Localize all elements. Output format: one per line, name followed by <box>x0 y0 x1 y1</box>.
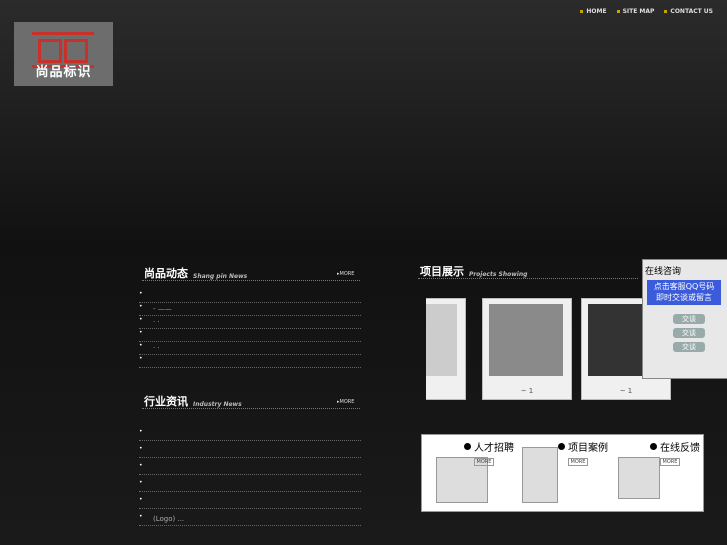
list-item[interactable]: • <box>139 479 361 492</box>
nav-home[interactable]: HOME <box>580 8 607 15</box>
list-item[interactable]: • <box>139 445 361 458</box>
recruit-link[interactable]: 人才招聘 MORE <box>464 439 514 466</box>
list-item[interactable]: • <box>139 496 361 509</box>
project-caption: ~ 1 <box>520 387 534 395</box>
bottom-banner: 人才招聘 MORE 项目案例 MORE 在线反馈 MORE <box>421 434 704 512</box>
news-divider <box>142 280 360 281</box>
industry-divider <box>142 408 360 409</box>
list-item-text: - —— <box>153 305 172 313</box>
bullet-icon: • <box>139 290 143 297</box>
bullet-icon: • <box>139 496 143 503</box>
list-item-text: (Logo) ... <box>153 515 185 523</box>
list-item[interactable]: • <box>139 462 361 475</box>
nav-contact[interactable]: CONTACT US <box>664 8 713 15</box>
bullet-icon: • <box>139 513 143 520</box>
consult-chat-button[interactable]: 交谈 <box>673 342 705 352</box>
news-title: 尚品动态 Shang pin News <box>144 267 248 280</box>
consult-banner[interactable]: 点击客服QQ号码 即时交谈或留言 <box>647 280 721 305</box>
project-image <box>489 304 563 376</box>
projects-divider <box>418 278 638 279</box>
list-item[interactable]: • · · <box>139 316 361 329</box>
project-caption: 1 <box>426 387 465 395</box>
list-item[interactable]: • <box>139 428 361 441</box>
site-logo[interactable]: 尚品标识 <box>14 22 113 86</box>
consult-chat-button[interactable]: 交谈 <box>673 328 705 338</box>
bullet-icon: • <box>139 329 143 336</box>
nav-bullet-icon <box>580 10 584 13</box>
list-item[interactable]: • - —— <box>139 303 361 316</box>
project-card[interactable]: 1 <box>426 298 466 400</box>
top-nav: HOME SITE MAP CONTACT US <box>580 8 713 15</box>
consult-header: 在线咨询 <box>645 267 682 277</box>
arrow-icon <box>650 443 657 450</box>
online-consult-widget: 在线咨询 点击客服QQ号码 即时交谈或留言 交谈 交谈 交谈 <box>642 259 727 379</box>
consult-chat-button[interactable]: 交谈 <box>673 314 705 324</box>
list-item-text: · · <box>153 344 160 352</box>
project-image <box>426 304 457 376</box>
project-card[interactable]: ~ 1 <box>482 298 572 400</box>
project-caption: ~ 1 <box>619 387 633 395</box>
bullet-icon: • <box>139 303 143 310</box>
feedback-link[interactable]: 在线反馈 MORE <box>650 439 700 466</box>
news-more-link[interactable]: ▸MORE <box>337 271 354 277</box>
industry-more-link[interactable]: ▸MORE <box>337 399 354 405</box>
list-item-text: · · <box>153 318 160 326</box>
bullet-icon: • <box>139 342 143 349</box>
bullet-icon: • <box>139 462 143 469</box>
bullet-icon: • <box>139 355 143 362</box>
bullet-icon: • <box>139 445 143 452</box>
book-illustration-icon <box>522 447 558 503</box>
list-item[interactable]: • <box>139 290 361 303</box>
nav-sitemap[interactable]: SITE MAP <box>616 8 654 15</box>
bullet-icon: • <box>139 316 143 323</box>
arrow-icon <box>558 443 565 450</box>
list-item[interactable]: • · · <box>139 342 361 355</box>
nav-bullet-icon <box>664 10 668 13</box>
logo-text: 尚品标识 <box>35 65 92 80</box>
nav-bullet-icon <box>616 10 620 13</box>
list-item[interactable]: • (Logo) ... <box>139 513 361 526</box>
bullet-icon: • <box>139 428 143 435</box>
list-item[interactable]: • <box>139 355 361 368</box>
cases-link[interactable]: 项目案例 MORE <box>558 439 608 466</box>
list-item[interactable]: • <box>139 329 361 342</box>
bullet-icon: • <box>139 479 143 486</box>
arrow-icon <box>464 443 471 450</box>
industry-title: 行业资讯 Industry News <box>144 395 242 408</box>
projects-title: 项目展示 Projects Showing <box>420 265 528 278</box>
